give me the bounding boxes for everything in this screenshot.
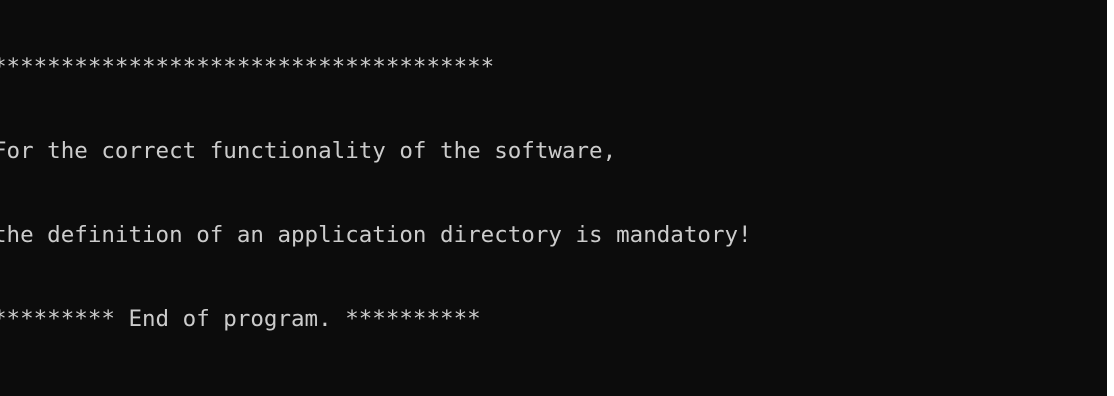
console-output: ************************************* Fo… — [0, 0, 752, 389]
console-line-end-of-program: ********* End of program. ********** — [0, 306, 481, 332]
console-line-separator: ************************************* — [0, 54, 495, 80]
console-line-message-1: For the correct functionality of the sof… — [0, 138, 617, 164]
console-line-message-2: the definition of an application directo… — [0, 222, 752, 248]
console-window[interactable]: ************************************* Fo… — [0, 0, 1107, 396]
